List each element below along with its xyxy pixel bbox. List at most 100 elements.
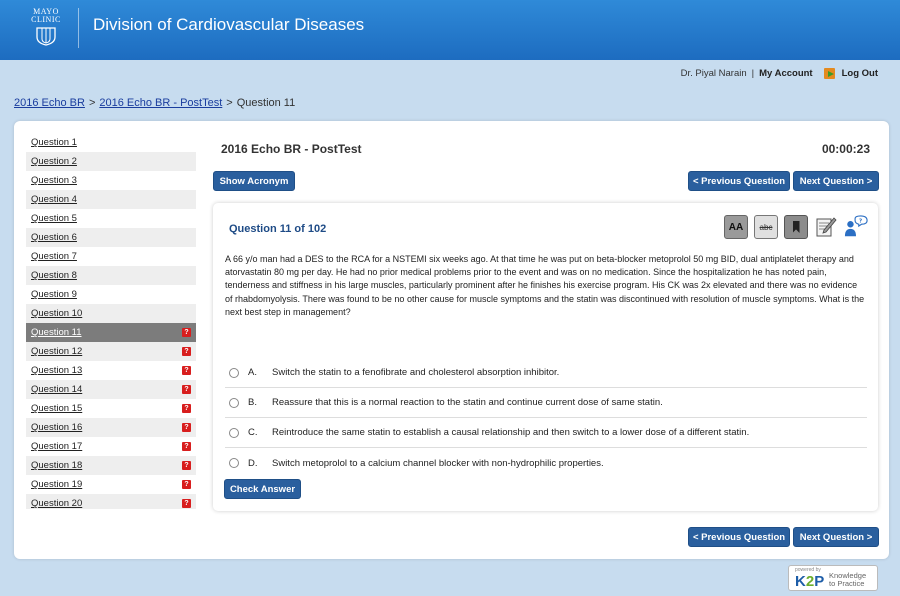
answer-text: Reintroduce the same statin to establish… [272,427,750,438]
sidebar-item-question[interactable]: Question 17? [26,437,196,456]
sidebar-item-question[interactable]: Question 15? [26,399,196,418]
sidebar-item-question[interactable]: Question 8 [26,266,196,285]
sidebar-item-question[interactable]: Question 12? [26,342,196,361]
division-title: Division of Cardiovascular Diseases [93,15,365,34]
test-title: 2016 Echo BR - PostTest [221,142,362,156]
logout-link[interactable]: Log Out [842,68,878,79]
sidebar-item-question[interactable]: Question 11? [26,323,196,342]
breadcrumb: 2016 Echo BR >2016 Echo BR - PostTest > Que… [14,97,295,109]
ask-question-icon[interactable]: ? [844,215,868,239]
sidebar-item-question[interactable]: Question 18? [26,456,196,475]
flag-icon: ? [182,404,191,413]
sidebar-item-label[interactable]: Question 1 [31,137,77,148]
check-answer-button[interactable]: Check Answer [224,479,301,499]
sidebar-item-question[interactable]: Question 20? [26,494,196,509]
k2p-text: Knowledge to Practice [829,571,867,588]
next-question-button[interactable]: Next Question > [793,171,879,191]
flag-icon: ? [182,347,191,356]
sidebar-item-question[interactable]: Question 16? [26,418,196,437]
main-panel: Question 1 Question 2 Question 3 Question 4… [14,121,889,559]
answer-letter: C. [248,427,258,438]
sidebar-item-label[interactable]: Question 13 [31,365,82,376]
sidebar-item-question[interactable]: Question 2 [26,152,196,171]
breadcrumb-current: Question 11 [236,97,296,109]
breadcrumb-sep: > [88,97,96,109]
shield-icon [36,27,56,46]
sidebar-item-label[interactable]: Question 19 [31,479,82,490]
sidebar-item-question[interactable]: Question 14? [26,380,196,399]
question-toolbar: AA abc ? [724,215,868,239]
user-name: Dr. Piyal Narain [680,68,747,79]
answer-options: A. Switch the statin to a fenofibrate and… [225,358,867,478]
flag-icon: ? [182,366,191,375]
answer-letter: D. [248,457,258,469]
user-separator: | [751,68,755,79]
flag-icon: ? [182,423,191,432]
question-card: Question 11 of 102 AA abc ? A 66 y/o man… [213,203,878,511]
mayo-clinic-logo[interactable]: MAYO CLINIC [28,8,64,52]
bookmark-icon[interactable] [784,215,808,239]
show-acronym-button[interactable]: Show Acronym [213,171,295,191]
sidebar-item-label[interactable]: Question 15 [31,403,82,414]
sidebar-item-question[interactable]: Question 13? [26,361,196,380]
sidebar-item-label[interactable]: Question 5 [31,213,77,224]
sidebar-item-question[interactable]: Question 1 [26,133,196,152]
sidebar-item-label[interactable]: Question 9 [31,289,77,300]
sidebar-item-label[interactable]: Question 16 [31,422,82,433]
answer-radio[interactable] [229,427,239,438]
answer-option[interactable]: A. Switch the statin to a fenofibrate and… [225,358,867,388]
sidebar-item-label[interactable]: Question 18 [31,460,82,471]
sidebar-item-question[interactable]: Question 10 [26,304,196,323]
answer-option[interactable]: C. Reintroduce the same statin to establi… [225,418,867,448]
sidebar-item-label[interactable]: Question 10 [31,308,82,319]
answer-radio[interactable] [229,367,239,378]
sidebar-item-question[interactable]: Question 6 [26,228,196,247]
breadcrumb-posttest[interactable]: 2016 Echo BR - PostTest [99,97,222,109]
sidebar-item-label[interactable]: Question 6 [31,232,77,243]
flag-icon: ? [182,480,191,489]
answer-option[interactable]: D. Switch metoprolol to a calcium channel… [225,448,867,478]
header-divider [78,8,79,48]
sidebar-item-label[interactable]: Question 11 [31,327,82,338]
font-size-icon[interactable]: AA [724,215,748,239]
answer-radio[interactable] [229,397,239,408]
sidebar-item-label[interactable]: Question 12 [31,346,82,357]
breadcrumb-sep: > [226,97,233,109]
sidebar-item-label[interactable]: Question 20 [31,498,82,509]
strikethrough-icon[interactable]: abc [754,215,778,239]
answer-text: Switch metoprolol to a calcium channel b… [272,457,604,469]
next-question-button-bottom[interactable]: Next Question > [793,527,879,547]
question-stem: A 66 y/o man had a DES to the RCA for a … [225,254,865,317]
k2p-logo[interactable]: powered by K2P Knowledge to Practice [788,565,878,591]
flag-icon: ? [182,385,191,394]
logout-icon[interactable] [823,68,835,79]
sidebar-item-label[interactable]: Question 7 [31,251,77,262]
question-number: Question 11 of 102 [229,223,327,235]
sidebar-item-question[interactable]: Question 19? [26,475,196,494]
answer-radio[interactable] [229,458,239,468]
sidebar-item-label[interactable]: Question 3 [31,175,77,186]
answer-letter: B. [248,397,257,408]
sidebar-item-question[interactable]: Question 7 [26,247,196,266]
previous-question-button[interactable]: < Previous Question [688,171,790,191]
user-bar: Dr. Piyal Narain | My Account Log Out [681,68,878,79]
sidebar-item-label[interactable]: Question 14 [31,384,82,395]
breadcrumb-course[interactable]: 2016 Echo BR [14,97,85,109]
answer-option[interactable]: B. Reassure that this is a normal reactio… [225,388,867,418]
flag-icon: ? [182,499,191,508]
sidebar-item-question[interactable]: Question 5 [26,209,196,228]
previous-question-button-bottom[interactable]: < Previous Question [688,527,790,547]
sidebar-item-question[interactable]: Question 4 [26,190,196,209]
flag-icon: ? [182,461,191,470]
sidebar-item-label[interactable]: Question 4 [31,194,77,205]
svg-text:?: ? [859,218,862,224]
notes-icon[interactable] [814,215,838,239]
sidebar-item-question[interactable]: Question 9 [26,285,196,304]
question-list[interactable]: Question 1 Question 2 Question 3 Question 4… [26,133,196,509]
sidebar-item-label[interactable]: Question 17 [31,441,82,452]
sidebar-item-label[interactable]: Question 2 [31,156,77,167]
sidebar-item-question[interactable]: Question 3 [26,171,196,190]
my-account-link[interactable]: My Account [759,68,812,79]
logo-text-2: CLINIC [31,15,61,24]
sidebar-item-label[interactable]: Question 8 [31,270,77,281]
